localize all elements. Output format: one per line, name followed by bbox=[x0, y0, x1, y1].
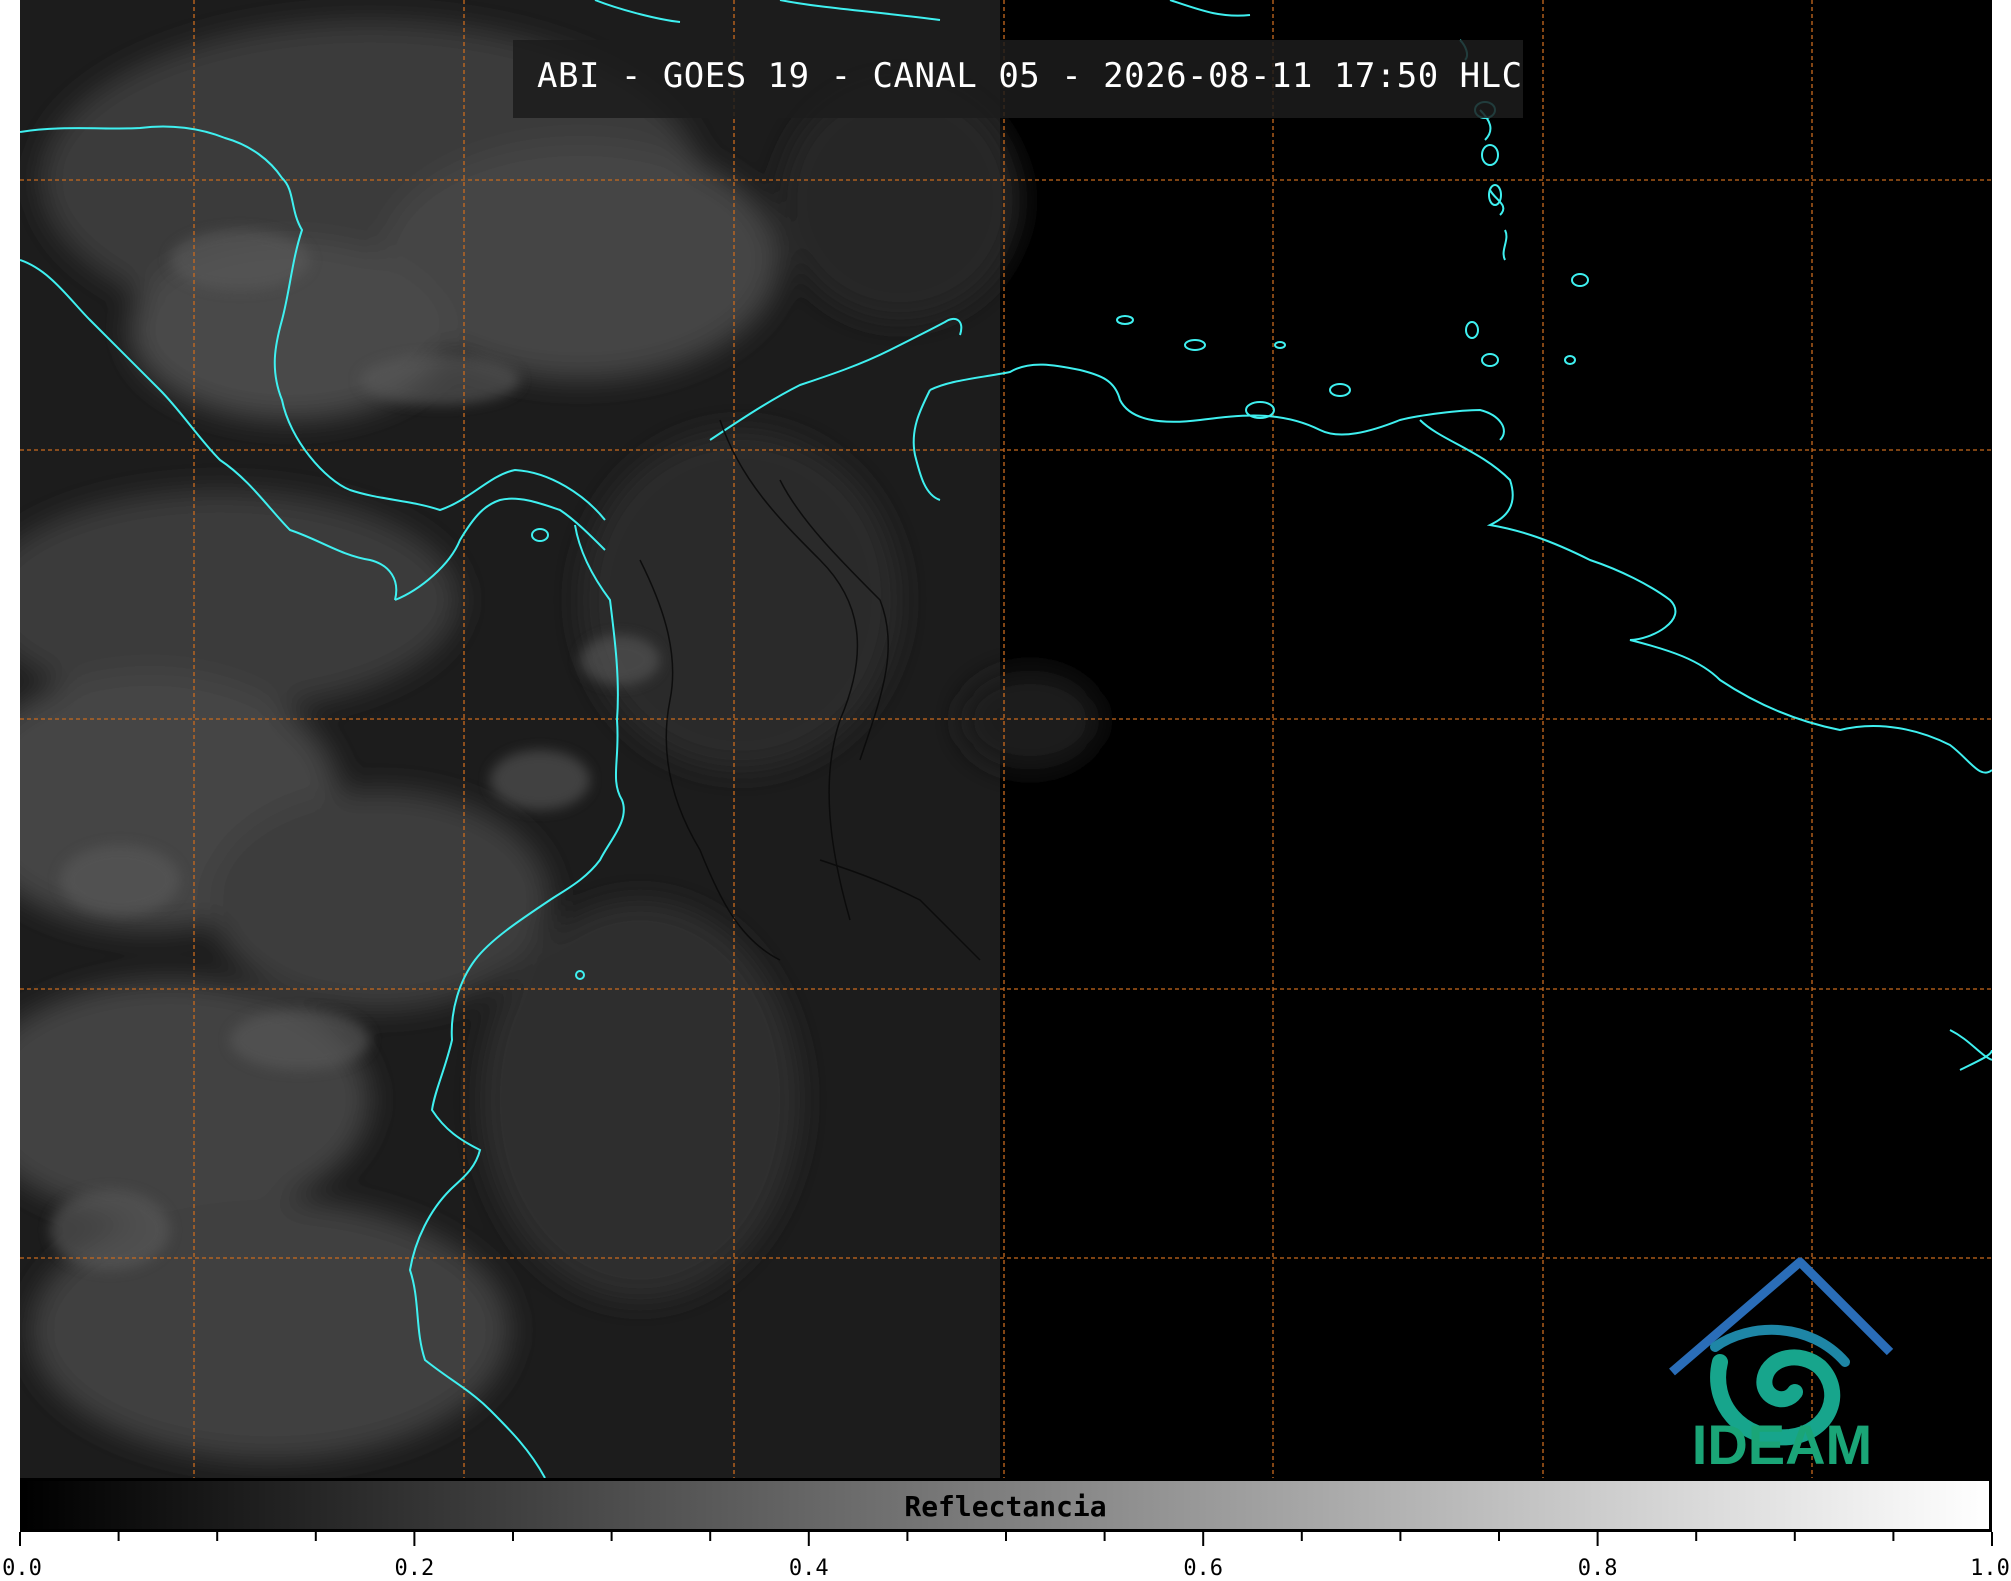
cloud-cover-layer bbox=[20, 0, 1100, 1478]
colorbar-label: Reflectancia bbox=[904, 1490, 1107, 1523]
map-title: ABI - GOES 19 - CANAL 05 - 2026-08-11 17… bbox=[537, 56, 1523, 96]
colorbar-ticks bbox=[19, 1532, 1993, 1546]
ideam-logo-text: IDEAM bbox=[1691, 1413, 1873, 1476]
colorbar-tick-label: 0.0 bbox=[2, 1556, 42, 1581]
colorbar-tick-label: 0.6 bbox=[1183, 1556, 1224, 1581]
colorbar-tick-label: 0.8 bbox=[1577, 1556, 1618, 1581]
colorbar-tick-label: 0.2 bbox=[394, 1556, 435, 1581]
colorbar-tick-label: 0.4 bbox=[788, 1556, 829, 1581]
colorbar-tick-label: 1.0 bbox=[1970, 1556, 2010, 1581]
